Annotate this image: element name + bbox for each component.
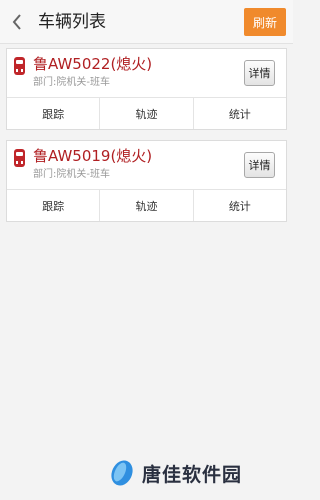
vehicle-card: 鲁AW5022(熄火) 部门:院机关-班车 详情 跟踪 轨迹 统计 <box>6 48 287 130</box>
track-button[interactable]: 跟踪 <box>7 190 101 221</box>
vehicle-name: 鲁AW5019(熄火) <box>33 147 153 165</box>
vehicle-card: 鲁AW5019(熄火) 部门:院机关-班车 详情 跟踪 轨迹 统计 <box>6 140 287 222</box>
app-header: 车辆列表 刷新 <box>0 0 293 44</box>
trajectory-button[interactable]: 轨迹 <box>100 190 194 221</box>
vehicle-info: 鲁AW5022(熄火) 部门:院机关-班车 详情 <box>7 49 286 97</box>
statistics-button[interactable]: 统计 <box>194 190 286 221</box>
trajectory-button[interactable]: 轨迹 <box>100 98 194 129</box>
back-button[interactable] <box>6 10 28 34</box>
statistics-button[interactable]: 统计 <box>194 98 286 129</box>
vehicle-actions: 跟踪 轨迹 统计 <box>7 97 286 129</box>
track-button[interactable]: 跟踪 <box>7 98 101 129</box>
fuel-pump-icon <box>14 57 25 75</box>
chevron-left-icon <box>12 14 21 30</box>
page-title: 车辆列表 <box>38 12 106 32</box>
watermark-text: 唐佳软件园 <box>142 463 243 486</box>
detail-button[interactable]: 详情 <box>244 60 275 86</box>
watermark: 唐佳软件园 <box>108 455 242 491</box>
watermark-logo-icon <box>111 460 133 486</box>
refresh-button[interactable]: 刷新 <box>244 8 286 36</box>
vehicle-actions: 跟踪 轨迹 统计 <box>7 189 286 221</box>
vehicle-department: 部门:院机关-班车 <box>33 169 110 180</box>
detail-button[interactable]: 详情 <box>244 152 275 178</box>
vehicle-info: 鲁AW5019(熄火) 部门:院机关-班车 详情 <box>7 141 286 189</box>
fuel-pump-icon <box>14 149 25 167</box>
vehicle-department: 部门:院机关-班车 <box>33 77 110 88</box>
vehicle-name: 鲁AW5022(熄火) <box>33 55 153 73</box>
